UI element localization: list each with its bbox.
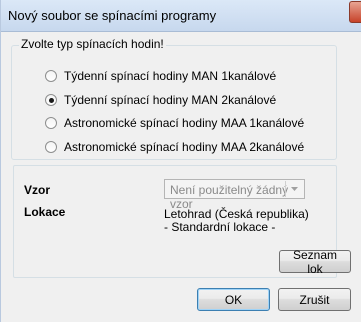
lokace-label: Lokace [24,205,66,219]
window-title: Nový soubor se spínacími programy [8,8,217,23]
vzor-dropdown[interactable]: Není použitelný žádný vzor [164,179,305,211]
cancel-button[interactable]: Zrušit [278,288,351,311]
title-bar[interactable]: Nový soubor se spínacími programy [1,0,361,32]
radio-option-maa-2ch[interactable]: Astronomické spínací hodiny MAA 2kanálov… [45,140,304,154]
radio-label: Týdenní spínací hodiny MAN 2kanálové [64,93,277,107]
vzor-label: Vzor [24,183,51,197]
radio-option-maa-1ch[interactable]: Astronomické spínací hodiny MAA 1kanálov… [45,116,304,130]
radio-button[interactable] [45,70,57,82]
location-note: - Standardní lokace - [164,220,276,234]
radio-option-man-1ch[interactable]: Týdenní spínací hodiny MAN 1kanálové [45,69,276,83]
ok-button[interactable]: OK [197,288,270,311]
radio-button[interactable] [45,141,57,153]
radio-button-selected[interactable] [45,94,57,106]
radio-button[interactable] [45,117,57,129]
location-name: Letohrad (Česká republika) [164,207,309,221]
radio-label: Týdenní spínací hodiny MAN 1kanálové [64,69,277,83]
timer-type-legend: Zvolte typ spínacích hodin! [19,37,166,51]
dialog-window: Nový soubor se spínacími programy Zvolte… [0,0,361,322]
radio-dot-icon [48,97,54,103]
radio-option-man-2ch[interactable]: Týdenní spínací hodiny MAN 2kanálové [45,93,276,107]
close-button[interactable] [349,1,361,23]
radio-label: Astronomické spínací hodiny MAA 2kanálov… [64,140,305,154]
radio-label: Astronomické spínací hodiny MAA 1kanálov… [64,116,305,130]
chevron-down-icon[interactable] [285,181,303,197]
location-list-button[interactable]: Seznam lok [279,248,351,276]
